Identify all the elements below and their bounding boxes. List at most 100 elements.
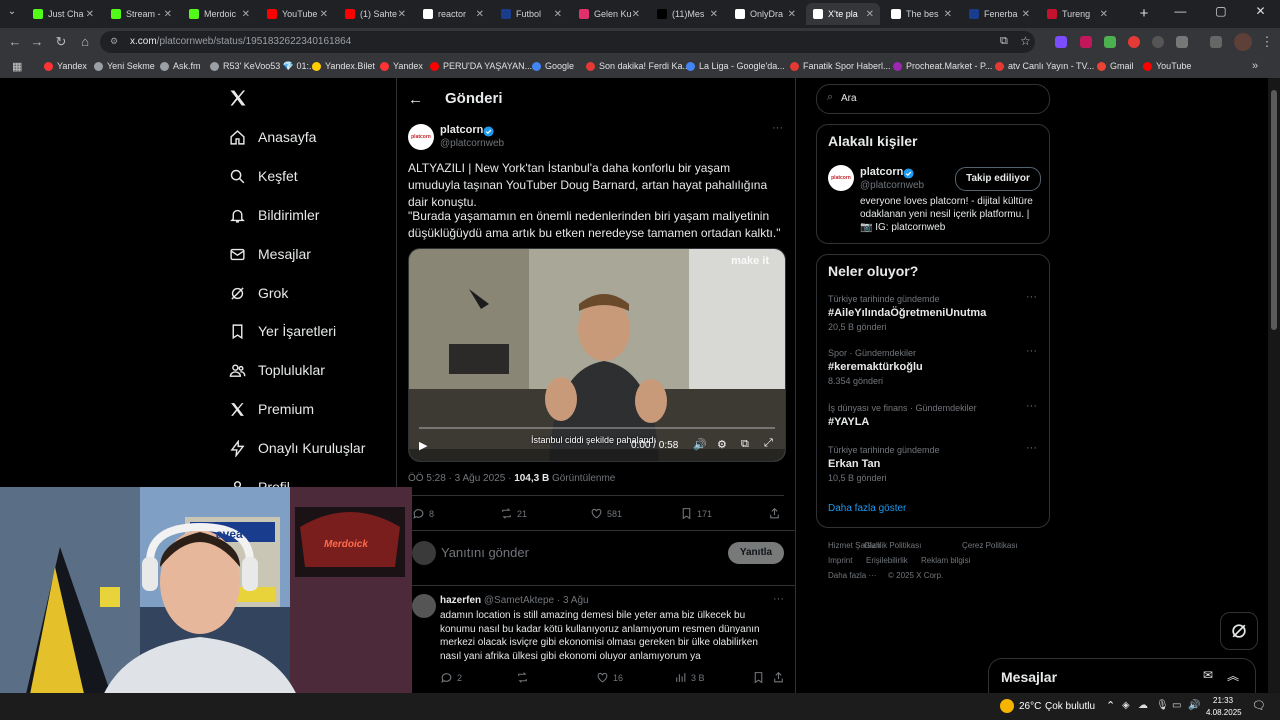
commenter-name[interactable]: hazerfen: [440, 595, 481, 606]
tab-close-icon[interactable]: ✕: [1100, 9, 1108, 20]
x-logo-icon[interactable]: [228, 88, 250, 110]
more-options-icon[interactable]: ···: [772, 122, 783, 134]
settings-icon[interactable]: ⚙: [717, 438, 727, 451]
author-handle[interactable]: @platcornweb: [440, 138, 504, 149]
sidebar-item-4[interactable]: Mesajlar: [228, 245, 311, 263]
play-icon[interactable]: ▶: [419, 439, 427, 452]
browser-tab[interactable]: YouTube ✕: [260, 3, 334, 25]
scrollbar[interactable]: [1268, 78, 1280, 693]
back-icon[interactable]: ←: [6, 33, 24, 51]
browser-tab[interactable]: (11)Mes ✕: [650, 3, 724, 25]
trend-more-icon[interactable]: ···: [1026, 400, 1037, 412]
browser-tab[interactable]: Futbol ✕: [494, 3, 568, 25]
footer-link[interactable]: Imprint: [828, 556, 852, 565]
new-message-icon[interactable]: ✉: [1203, 668, 1213, 682]
tab-close-icon[interactable]: ✕: [164, 9, 172, 20]
tab-close-icon[interactable]: ✕: [788, 9, 796, 20]
comment-views[interactable]: 3 B: [674, 671, 705, 684]
related-name[interactable]: platcorn: [860, 166, 903, 178]
sidebar-item-6[interactable]: Yer İşaretleri: [228, 322, 336, 340]
volume-icon[interactable]: 🔊: [693, 438, 707, 451]
comment-more-icon[interactable]: ···: [773, 593, 784, 605]
bookmark-item[interactable]: Google: [532, 61, 574, 71]
comment-like-button[interactable]: 16: [596, 671, 623, 684]
tweet-timestamp[interactable]: ÖÖ 5:28 · 3 Ağu 2025 ·: [408, 473, 511, 484]
grok-button[interactable]: [1220, 612, 1258, 650]
extension-icon[interactable]: [1055, 36, 1067, 48]
bookmark-item[interactable]: R53' KeVoo53 💎 01:...: [210, 61, 317, 72]
bookmark-item[interactable]: Son dakika! Ferdi Ka...: [586, 61, 690, 71]
apps-grid-icon[interactable]: ▦: [12, 60, 22, 73]
bookmark-item[interactable]: Gmail: [1097, 61, 1134, 71]
browser-tab[interactable]: X'te pla ✕: [806, 3, 880, 25]
network-icon[interactable]: ▭: [1172, 700, 1181, 711]
browser-tab[interactable]: The bes ✕: [884, 3, 958, 25]
bookmark-item[interactable]: Procheat.Market - P...: [893, 61, 992, 71]
messages-drawer[interactable]: Mesajlar ✉ ︽: [988, 658, 1256, 694]
sidebar-item-5[interactable]: Grok: [228, 284, 288, 302]
expand-drawer-icon[interactable]: ︽: [1227, 667, 1239, 684]
extensions-puzzle-icon[interactable]: [1176, 36, 1188, 48]
browser-tab[interactable]: Stream - ✕: [104, 3, 178, 25]
like-button[interactable]: 581: [590, 507, 622, 520]
notifications-icon[interactable]: 🗨: [1252, 699, 1266, 712]
retweet-button[interactable]: 21: [500, 507, 527, 520]
comment-share-button[interactable]: [772, 671, 789, 684]
profile-avatar[interactable]: [1234, 33, 1252, 51]
bookmark-item[interactable]: atv Canlı Yayın - TV...: [995, 61, 1094, 71]
author-name[interactable]: platcorn: [440, 124, 483, 136]
clock-date[interactable]: 4.08.2025: [1206, 708, 1242, 717]
reply-submit-button[interactable]: Yanıtla: [728, 542, 784, 564]
trend-more-icon[interactable]: ···: [1026, 442, 1037, 454]
adblock-icon[interactable]: [1128, 36, 1140, 48]
browser-tab[interactable]: reactor ✕: [416, 3, 490, 25]
tab-close-icon[interactable]: ✕: [554, 9, 562, 20]
search-input[interactable]: Ara: [841, 93, 857, 104]
tab-close-icon[interactable]: ✕: [320, 9, 328, 20]
footer-link[interactable]: Erişilebilirlik: [866, 556, 908, 565]
browser-tab[interactable]: OnlyDra ✕: [728, 3, 802, 25]
bookmark-item[interactable]: Yandex.Bilet: [312, 61, 375, 71]
bookmark-item[interactable]: Yandex: [44, 61, 87, 71]
bookmark-item[interactable]: Fanatik Spor Haberl...: [790, 61, 891, 71]
bookmark-item[interactable]: PERU'DA YAŞAYAN...: [430, 61, 532, 71]
scrollbar-thumb[interactable]: [1271, 90, 1277, 330]
more-menu-icon[interactable]: ⋮: [1258, 33, 1276, 51]
sidebar-item-2[interactable]: Keşfet: [228, 167, 298, 185]
site-info-icon[interactable]: ⚙: [110, 36, 122, 48]
comment-retweet-button[interactable]: [516, 671, 533, 684]
avatar[interactable]: platcorn: [408, 124, 434, 150]
close-window-icon[interactable]: ✕: [1255, 4, 1265, 24]
tab-close-icon[interactable]: ✕: [398, 9, 406, 20]
home-browser-icon[interactable]: ⌂: [76, 33, 94, 51]
video-player[interactable]: make it İstanbul ciddi şekilde pahalandı…: [408, 248, 786, 462]
comment-date[interactable]: · 3 Ağu: [557, 595, 589, 606]
clock-time[interactable]: 21:33: [1213, 696, 1233, 705]
bookmark-item[interactable]: YouTube: [1143, 61, 1191, 71]
tab-close-icon[interactable]: ✕: [86, 9, 94, 20]
bookmark-item[interactable]: Yeni Sekme: [94, 61, 155, 71]
sidebar-item-1[interactable]: Anasayfa: [228, 128, 316, 146]
video-progress-bar[interactable]: [419, 427, 775, 429]
footer-link[interactable]: Gizlilik Politikası: [864, 541, 921, 550]
browser-tab[interactable]: Gelen Ku ✕: [572, 3, 646, 25]
sidebar-item-7[interactable]: Topluluklar: [228, 361, 325, 379]
footer-link[interactable]: Reklam bilgisi: [921, 556, 970, 565]
tab-close-icon[interactable]: ✕: [632, 9, 640, 20]
reply-button[interactable]: 8: [412, 507, 434, 520]
browser-tab[interactable]: Just Cha ✕: [26, 3, 100, 25]
tab-close-icon[interactable]: ✕: [710, 9, 718, 20]
microphone-icon[interactable]: 🎙: [1156, 700, 1169, 711]
comment-reply-button[interactable]: 2: [440, 671, 462, 684]
weather-temp[interactable]: 26°C: [1019, 701, 1041, 712]
bookmark-item[interactable]: La Liga - Google'da...: [686, 61, 785, 71]
volume-tray-icon[interactable]: 🔊: [1188, 700, 1200, 711]
reading-list-icon[interactable]: [1210, 36, 1222, 48]
maximize-icon[interactable]: ▢: [1215, 4, 1226, 24]
tab-close-icon[interactable]: ✕: [944, 9, 952, 20]
commenter-handle[interactable]: @SametAktepe: [484, 595, 554, 606]
footer-link[interactable]: Daha fazla ···: [828, 571, 876, 580]
reply-input[interactable]: Yanıtını gönder: [441, 545, 529, 560]
install-icon[interactable]: ⧉: [1000, 35, 1008, 48]
browser-tab[interactable]: Tureng ✕: [1040, 3, 1114, 25]
